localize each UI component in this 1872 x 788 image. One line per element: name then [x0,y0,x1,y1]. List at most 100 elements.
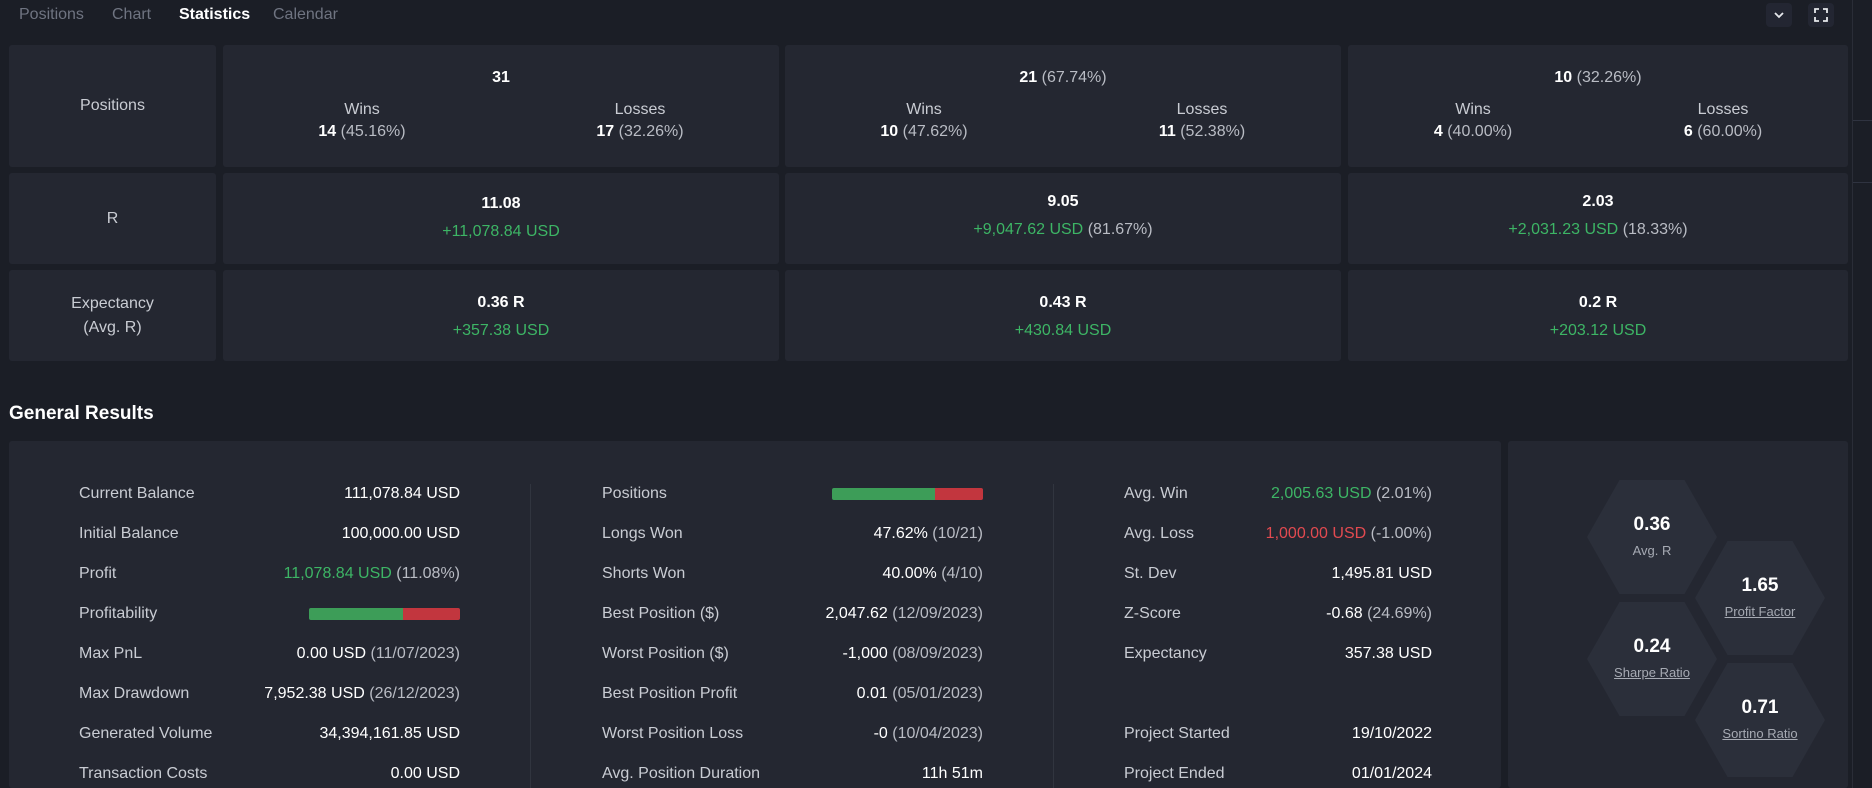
loss-segment [403,608,460,620]
stat-row: Generated Volume 34,394,161.85 USD [79,722,460,746]
stat-label: Initial Balance [79,525,179,542]
stat-row: Shorts Won 40.00% (4/10) [602,562,983,586]
stat-label: Profit [79,565,117,582]
avg-r-label: Avg. R [1632,543,1672,558]
stat-row [1124,682,1432,706]
tab-statistics[interactable]: Statistics [179,6,250,24]
stat-main-value: 11,078.84 USD [283,565,392,582]
stat-row: Project Ended 01/01/2024 [1124,762,1432,786]
column-divider [1053,484,1054,788]
stat-label: Avg. Position Duration [602,765,761,782]
stat-label: Transaction Costs [79,765,208,782]
stat-label: Current Balance [79,485,195,502]
r-card-shorts: 2.03 +2,031.23 USD (18.33%) [1348,173,1848,264]
stat-value: -0 (10/04/2023) [874,722,983,746]
stat-row: St. Dev 1,495.81 USD [1124,562,1432,586]
tab-chart[interactable]: Chart [112,6,151,24]
stat-row: Z-Score -0.68 (24.69%) [1124,602,1432,626]
stat-label: Max Drawdown [79,685,190,702]
stat-value: 01/01/2024 [1352,762,1432,786]
wins-block: Wins 14 (45.16%) [318,101,406,140]
positions-card-shorts: 10 (32.26%) Wins 4 (40.00%) Losses 6 (60… [1348,45,1848,167]
stat-main-value: 0.00 USD [390,765,460,782]
stat-paren-value: (08/09/2023) [892,645,983,662]
stat-paren-value: (05/01/2023) [892,685,983,702]
stat-main-value: -0.68 [1326,605,1363,622]
stat-value: 0.01 (05/01/2023) [857,682,983,706]
expectancy-value: 0.36 R [477,294,525,311]
sharpe-ratio-value: 0.24 [1633,636,1671,657]
stat-value: 19/10/2022 [1352,722,1432,746]
profit-factor-link[interactable]: Profit Factor [1695,604,1825,619]
stat-row: Max Drawdown 7,952.38 USD (26/12/2023) [79,682,460,706]
positions-total: 31 [492,69,510,86]
stat-main-value: 11h 51m [921,765,983,782]
stat-paren-value: (10/04/2023) [892,725,983,742]
stat-label: St. Dev [1124,565,1177,582]
tab-bar: Positions Chart Statistics Calendar [0,0,1872,32]
positions-label: Positions [80,97,145,114]
win-segment [309,608,404,620]
stat-row: Profit 11,078.84 USD (11.08%) [79,562,460,586]
stat-main-value: 40.00% [882,565,937,582]
positions-card-longs: 21 (67.74%) Wins 10 (47.62%) Losses 11 (… [785,45,1341,167]
stat-main-value: -0 [873,725,888,742]
stat-row: Longs Won 47.62% (10/21) [602,522,983,546]
r-usd: +9,047.62 USD (81.67%) [973,221,1153,238]
stat-main-value: 100,000.00 USD [341,525,460,542]
right-edge-tick [1853,120,1872,121]
stat-label: Project Started [1124,725,1230,742]
stat-main-value: 0.01 [856,685,888,702]
positions-total: 10 (32.26%) [1554,69,1642,86]
avg-r-value: 0.36 [1633,514,1671,535]
stat-row: Initial Balance 100,000.00 USD [79,522,460,546]
fullscreen-icon [1814,8,1828,22]
right-edge [1852,0,1872,788]
collapse-button[interactable] [1766,3,1792,27]
stat-label: Project Ended [1124,765,1225,782]
stat-value: 47.62% (10/21) [874,522,983,546]
positions-card-all: 31 Wins 14 (45.16%) Losses 17 (32.26%) [223,45,779,167]
expectancy-usd: +430.84 USD [1014,322,1112,339]
stat-label: Avg. Loss [1124,525,1194,542]
stat-paren-value: (2.01%) [1375,485,1432,502]
stat-label: Positions [602,485,667,502]
stat-value: 111,078.84 USD [344,482,460,506]
stat-main-value: 47.62% [873,525,928,542]
stat-row: Positions [602,482,983,506]
stat-row: Avg. Loss 1,000.00 USD (-1.00%) [1124,522,1432,546]
profit-factor-value: 1.65 [1741,575,1779,596]
tab-calendar[interactable]: Calendar [273,6,338,24]
stat-main-value: 1,000.00 USD [1265,525,1367,542]
stat-value: 34,394,161.85 USD [319,722,460,746]
stat-main-value: 01/01/2024 [1351,765,1432,782]
stat-label: Generated Volume [79,725,213,742]
stat-label: Best Position Profit [602,685,738,702]
stat-main-value: 1,495.81 USD [1331,565,1432,582]
losses-block: Losses 17 (32.26%) [596,101,684,140]
stat-value: 2,047.62 (12/09/2023) [826,602,983,626]
expectancy-usd: +203.12 USD [1549,322,1647,339]
expectancy-label: Expectancy [71,294,154,312]
expectancy-value: 0.43 R [1039,294,1087,311]
positions-row-label: Positions [9,45,216,167]
wins-block: Wins 4 (40.00%) [1433,101,1513,140]
stat-value: 0.00 USD (11/07/2023) [297,642,460,666]
stat-label: Z-Score [1124,605,1181,622]
stat-row: Transaction Costs 0.00 USD [79,762,460,786]
sortino-ratio-link[interactable]: Sortino Ratio [1695,726,1825,741]
r-value: 9.05 [1047,193,1079,210]
tab-positions[interactable]: Positions [19,6,84,24]
stat-main-value: 0.00 USD [296,645,366,662]
stat-label: Profitability [79,605,158,622]
stat-value: 100,000.00 USD [342,522,460,546]
column-divider [530,484,531,788]
right-edge-tick [1853,182,1872,183]
stat-label: Avg. Win [1124,485,1188,502]
stat-row: Best Position Profit 0.01 (05/01/2023) [602,682,983,706]
expectancy-usd: +357.38 USD [452,322,550,339]
fullscreen-button[interactable] [1808,3,1834,27]
right-edge-divider [1852,0,1853,788]
sharpe-ratio-link[interactable]: Sharpe Ratio [1587,665,1717,680]
stat-label: Worst Position Loss [602,725,744,742]
